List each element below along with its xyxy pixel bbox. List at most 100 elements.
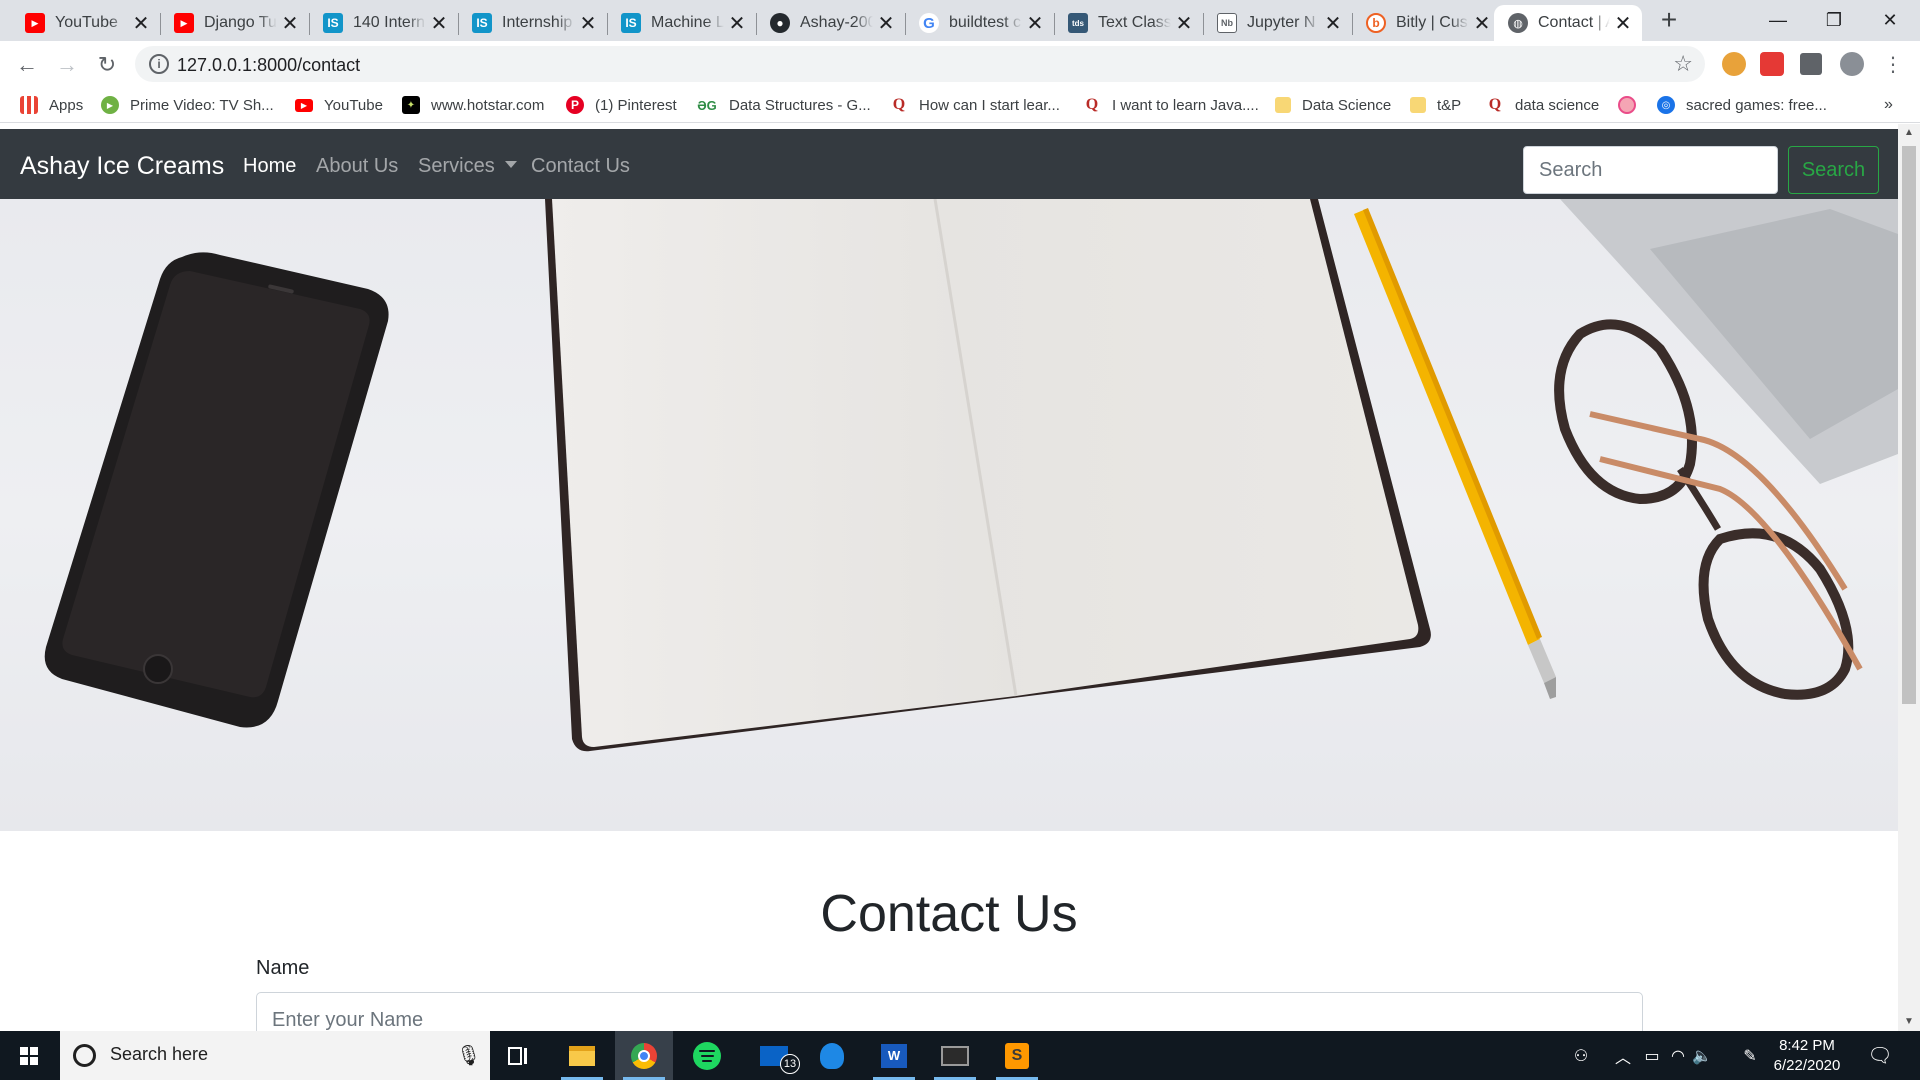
tab-bitly[interactable]: b Bitly | Cus ✕: [1353, 5, 1501, 41]
dribbble-icon: [1618, 96, 1636, 114]
tab-youtube[interactable]: ▶ YouTube ✕: [12, 5, 160, 41]
taskbar-clock[interactable]: 8:42 PM 6/22/2020: [1762, 1036, 1852, 1076]
desk-photo-illustration: [44, 199, 1898, 752]
mail-icon: 13: [760, 1045, 800, 1074]
bookmark-geeksforgeeks[interactable]: ƏG Data Structures - G...: [696, 94, 871, 116]
wifi-icon[interactable]: ◠: [1666, 1031, 1690, 1080]
restore-button[interactable]: ❐: [1806, 0, 1862, 40]
people-icon[interactable]: ⚇: [1566, 1031, 1596, 1080]
close-window-button[interactable]: ✕: [1862, 0, 1918, 40]
navbar-search-button[interactable]: Search: [1788, 146, 1879, 194]
page-scrollbar[interactable]: ▲ ▼: [1898, 124, 1920, 1031]
tds-icon: tds: [1068, 13, 1088, 33]
taskbar-terminal[interactable]: [926, 1031, 984, 1080]
forward-arrow-icon[interactable]: →: [51, 49, 83, 81]
bookmark-quora-3[interactable]: Q data science: [1486, 94, 1599, 116]
nav-services-dropdown[interactable]: Services: [418, 155, 517, 178]
tab-title: Ashay-200: [800, 14, 873, 31]
volume-icon[interactable]: 🔈: [1690, 1031, 1714, 1080]
tab-internshala-2[interactable]: IS Internship ✕: [459, 5, 607, 41]
reload-icon[interactable]: ↻: [91, 49, 123, 81]
close-icon[interactable]: ✕: [426, 11, 452, 36]
tab-title: 140 Intern: [353, 14, 426, 31]
tab-contact-active[interactable]: ◍ Contact | A ✕: [1494, 5, 1642, 41]
nav-about-link[interactable]: About Us: [316, 155, 398, 178]
close-icon[interactable]: ✕: [1022, 11, 1048, 36]
brand-logo[interactable]: Ashay Ice Creams: [20, 152, 224, 181]
close-icon[interactable]: ✕: [128, 11, 154, 36]
windows-start-button[interactable]: [0, 1031, 59, 1080]
bookmark-dribbble[interactable]: [1618, 94, 1647, 116]
close-icon[interactable]: ✕: [575, 11, 601, 36]
taskbar-spotify[interactable]: [678, 1031, 736, 1080]
taskbar-word[interactable]: W: [865, 1031, 923, 1080]
taskbar-file-explorer[interactable]: [553, 1031, 611, 1080]
bookmark-apps[interactable]: Apps: [20, 94, 83, 116]
youtube-icon: ▶: [174, 13, 194, 33]
scrollbar-thumb[interactable]: [1902, 146, 1916, 704]
tray-chevron-up-icon[interactable]: ︿: [1612, 1031, 1634, 1080]
notification-icon[interactable]: 🗨: [1865, 1031, 1895, 1080]
pen-ink-icon[interactable]: ✎: [1738, 1031, 1762, 1080]
bookmark-youtube[interactable]: ▶ YouTube: [295, 94, 383, 116]
info-icon[interactable]: i: [149, 54, 169, 74]
bookmark-folder-tp[interactable]: t&P: [1410, 94, 1461, 116]
clock-time: 8:42 PM: [1779, 1037, 1835, 1054]
close-icon[interactable]: ✕: [724, 11, 750, 36]
tab-google[interactable]: G buildtest c ✕: [906, 5, 1054, 41]
bookmark-label: data science: [1515, 96, 1600, 114]
bookmark-quora-2[interactable]: Q I want to learn Java....: [1083, 94, 1259, 116]
task-view-button[interactable]: [490, 1031, 548, 1080]
bookmark-prime-video[interactable]: ▶ Prime Video: TV Sh...: [101, 94, 274, 116]
profile-avatar[interactable]: [1840, 52, 1864, 76]
puzzle-extensions-icon[interactable]: [1800, 53, 1822, 75]
folder-icon: [1275, 97, 1291, 113]
bookmark-quora-1[interactable]: Q How can I start lear...: [890, 94, 1060, 116]
close-icon[interactable]: ✕: [1171, 11, 1197, 36]
tab-internshala-1[interactable]: IS 140 Intern ✕: [310, 5, 458, 41]
bookmark-sacred-games[interactable]: ◎ sacred games: free...: [1657, 94, 1827, 116]
bookmark-label: YouTube: [324, 96, 383, 114]
tab-django[interactable]: ▶ Django Tu ✕: [161, 5, 309, 41]
address-bar[interactable]: i 127.0.0.1:8000/contact ☆: [135, 46, 1705, 82]
chrome-menu-icon[interactable]: ⋮: [1883, 52, 1903, 77]
scroll-down-arrow-icon[interactable]: ▼: [1898, 1013, 1920, 1031]
close-icon[interactable]: ✕: [1610, 11, 1636, 36]
bookmarks-bar: Apps ▶ Prime Video: TV Sh... ▶ YouTube ✦…: [0, 87, 1920, 123]
close-icon[interactable]: ✕: [873, 11, 899, 36]
new-tab-button[interactable]: +: [1654, 6, 1684, 36]
taskbar-edge[interactable]: [803, 1031, 861, 1080]
nav-contact-link[interactable]: Contact Us: [531, 155, 630, 178]
bookmark-folder-data-science[interactable]: Data Science: [1275, 94, 1391, 116]
tab-jupyter[interactable]: Nb Jupyter N ✕: [1204, 5, 1352, 41]
minimize-button[interactable]: —: [1750, 0, 1806, 40]
nav-home-link[interactable]: Home: [243, 155, 296, 178]
close-icon[interactable]: ✕: [1469, 11, 1495, 36]
back-arrow-icon[interactable]: ←: [11, 49, 43, 81]
scroll-up-arrow-icon[interactable]: ▲: [1898, 124, 1920, 142]
bookmark-hotstar[interactable]: ✦ www.hotstar.com: [402, 94, 544, 116]
tab-github[interactable]: ● Ashay-200 ✕: [757, 5, 905, 41]
microphone-icon[interactable]: 🎙: [456, 1043, 481, 1068]
more-bookmarks-chevron-icon[interactable]: »: [1884, 94, 1893, 116]
windows-logo-icon: [20, 1047, 38, 1065]
taskbar-search-box[interactable]: Search here 🎙: [60, 1031, 490, 1080]
tab-internshala-3[interactable]: IS Machine L ✕: [608, 5, 756, 41]
taskbar-chrome[interactable]: [615, 1031, 673, 1080]
close-icon[interactable]: ✕: [1320, 11, 1346, 36]
bookmark-label: www.hotstar.com: [431, 96, 545, 114]
taskbar-sublime[interactable]: S: [988, 1031, 1046, 1080]
close-icon[interactable]: ✕: [277, 11, 303, 36]
tab-text-classification[interactable]: tds Text Classi ✕: [1055, 5, 1203, 41]
battery-icon[interactable]: ▭: [1640, 1031, 1664, 1080]
pocket-extension-icon[interactable]: [1760, 52, 1784, 76]
bookmark-pinterest[interactable]: P (1) Pinterest: [566, 94, 677, 116]
navbar-search-input[interactable]: [1523, 146, 1778, 194]
taskbar-mail[interactable]: 13: [745, 1031, 803, 1080]
bookmark-star-icon[interactable]: ☆: [1673, 51, 1693, 77]
name-input[interactable]: [256, 992, 1643, 1031]
caret-down-icon: [504, 161, 517, 168]
url-text[interactable]: 127.0.0.1:8000/contact: [177, 55, 360, 76]
cookie-extension-icon[interactable]: [1722, 52, 1746, 76]
windows-taskbar: Search here 🎙 13 W S ⚇ ︿ ▭ ◠ 🔈 ✎ 8:42 PM…: [0, 1031, 1920, 1080]
